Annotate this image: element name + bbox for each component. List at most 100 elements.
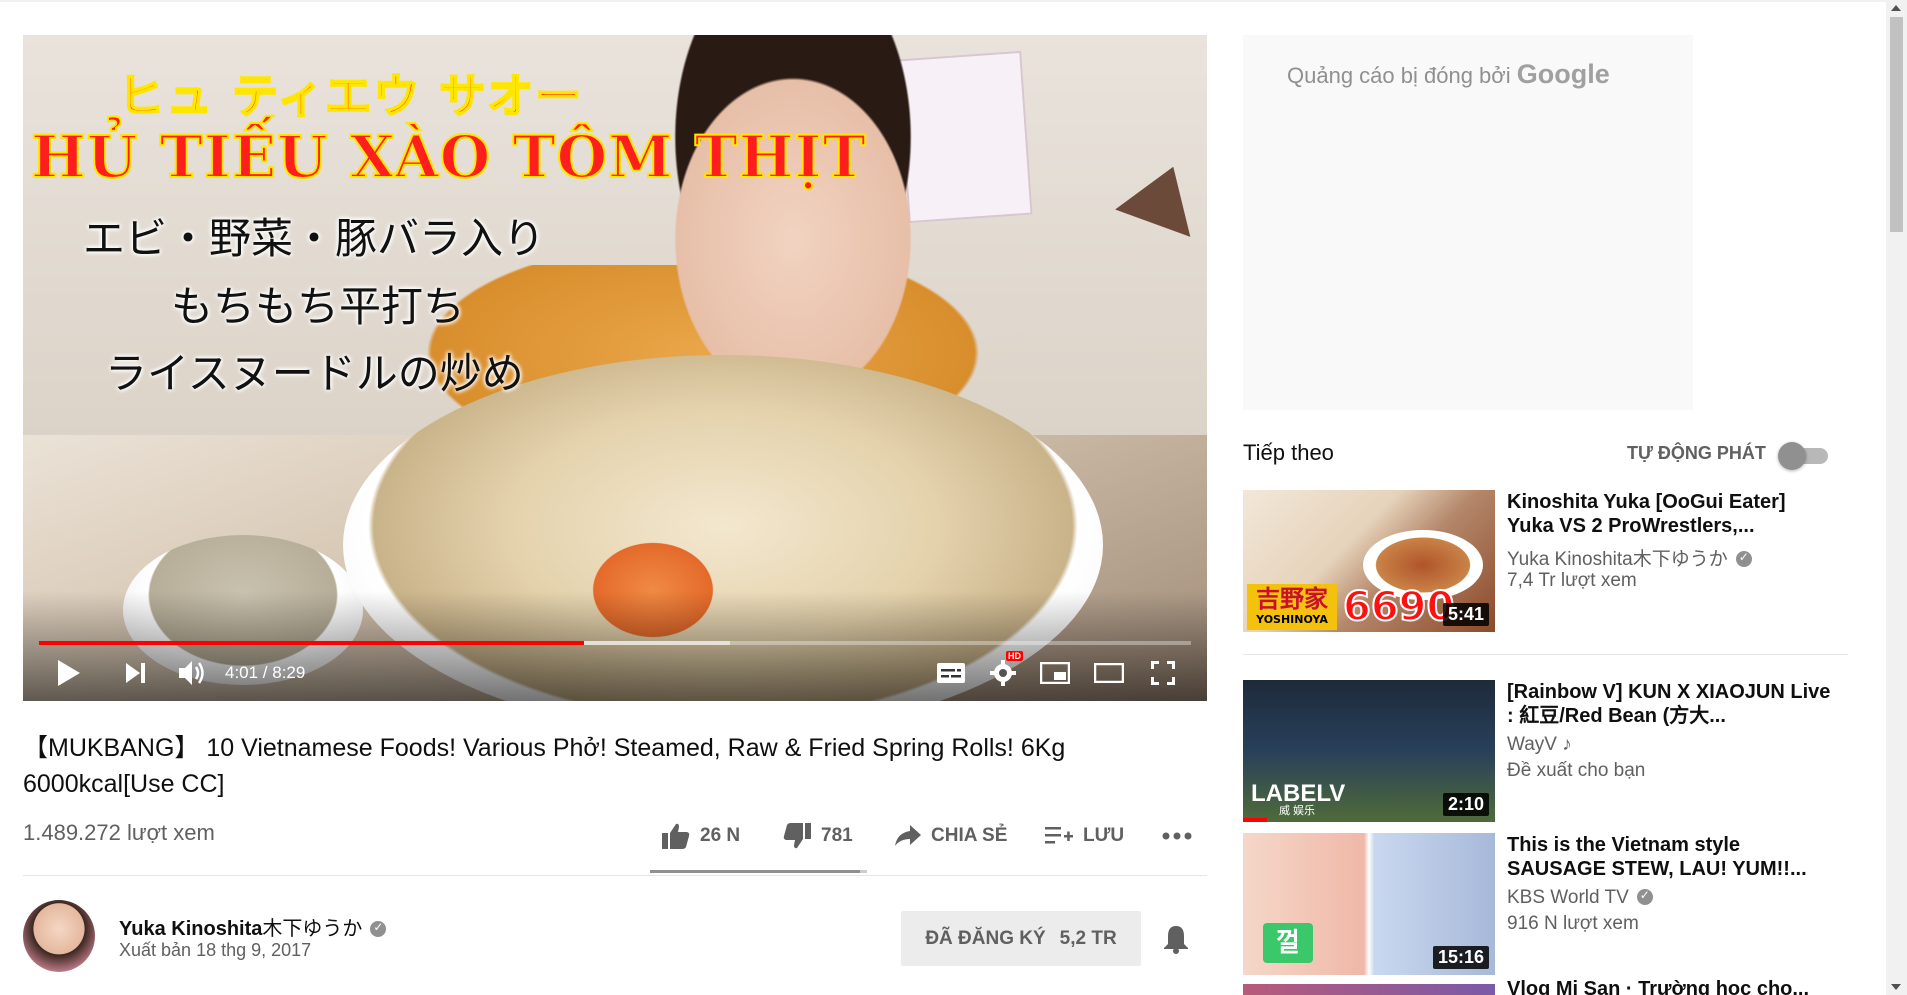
dislike-button[interactable]: 781	[783, 818, 853, 854]
recommended-video[interactable]: LABELV 威 娱乐 2:10 [Rainbow V] KUN X XIAOJ…	[1243, 680, 1848, 822]
overlay-caption-line: エビ・野菜・豚バラ入り	[83, 214, 546, 263]
notification-bell-button[interactable]	[1163, 924, 1193, 954]
recommended-thumbnail[interactable]: LABELV 威 娱乐 2:10	[1243, 680, 1495, 822]
ad-closed-text: Quảng cáo bị đóng bởi Google	[1287, 59, 1610, 90]
scroll-up-arrow-icon[interactable]	[1891, 5, 1901, 11]
thumbnail-brand-logo: 吉野家 YOSHINOYA	[1247, 584, 1337, 630]
autoplay-toggle[interactable]	[1778, 442, 1832, 470]
share-arrow-icon	[895, 825, 921, 846]
recommended-thumbnail[interactable]	[1243, 984, 1495, 995]
page-scrollbar[interactable]	[1886, 0, 1907, 995]
autoplay-label: TỰ ĐỘNG PHÁT	[1627, 443, 1766, 463]
fullscreen-icon	[1151, 661, 1175, 685]
overlay-caption-line: ライスヌードルの炒め	[105, 349, 524, 398]
recommended-meta: 916 N lượt xem	[1507, 913, 1639, 934]
channel-avatar[interactable]	[23, 900, 95, 972]
fullscreen-button[interactable]	[1143, 655, 1183, 691]
recommended-title[interactable]: [Rainbow V] KUN X XIAOJUN Live : 紅豆/Red …	[1507, 680, 1837, 728]
more-actions-button[interactable]	[1162, 818, 1202, 854]
view-count: 1.489.272 lượt xem	[23, 820, 215, 845]
verified-badge-icon	[1636, 888, 1653, 905]
google-logo: Google	[1516, 59, 1610, 89]
thumbs-down-icon	[783, 823, 811, 849]
recommended-channel: WayV ♪	[1507, 734, 1572, 755]
sentiment-bar	[650, 870, 867, 873]
subscribed-button[interactable]: ĐÃ ĐĂNG KÝ 5,2 TR	[901, 911, 1141, 966]
volume-button[interactable]	[173, 655, 213, 691]
channel-name: Yuka Kinoshita	[119, 918, 263, 940]
settings-button[interactable]: HD	[983, 651, 1023, 691]
video-player[interactable]: ヒュ ティエウ サオー HỦ TIẾU XÀO TÔM THỊT エビ・野菜・豚…	[23, 35, 1207, 701]
thumbnail-label-sub: 威 娱乐	[1279, 805, 1316, 817]
autoplay-toggle-knob	[1778, 442, 1806, 470]
bell-icon	[1164, 926, 1188, 954]
recommended-video[interactable]: 껄 15:16 This is the Vietnam style SAUSAG…	[1243, 833, 1848, 975]
video-duration: 5:41	[1442, 603, 1489, 626]
channel-name-jp: 木下ゆうか	[262, 918, 363, 940]
playlist-add-icon	[1045, 827, 1073, 844]
top-divider	[0, 0, 1886, 2]
verified-badge-icon	[370, 920, 387, 937]
publish-date: Xuất bản 18 thg 9, 2017	[119, 940, 312, 960]
play-button[interactable]	[51, 655, 87, 691]
recommended-video[interactable]: 吉野家 YOSHINOYA 6690 5:41 Kinoshita Yuka [O…	[1243, 490, 1848, 632]
like-button[interactable]: 26 N	[662, 818, 740, 854]
overlay-caption-line: もちもち平打ち	[171, 282, 466, 331]
watched-progress	[1243, 818, 1267, 822]
thumbs-up-icon	[662, 823, 690, 849]
save-label: LƯU	[1083, 825, 1125, 846]
thumbnail-caption: 껄	[1263, 923, 1313, 963]
channel-name-link[interactable]: Yuka Kinoshita木下ゆうか	[119, 912, 387, 941]
video-duration: 2:10	[1442, 793, 1489, 816]
youtube-watch-page: ヒュ ティエウ サオー HỦ TIẾU XÀO TÔM THỊT エビ・野菜・豚…	[0, 0, 1907, 995]
subtitles-icon	[937, 663, 965, 683]
thumbnail-big-number: 6690	[1342, 583, 1455, 631]
volume-icon	[179, 661, 204, 685]
next-button[interactable]	[121, 655, 151, 691]
ad-closed-label: Quảng cáo bị đóng bởi	[1287, 63, 1511, 88]
share-button[interactable]: CHIA SẺ	[895, 818, 1007, 854]
progress-bar[interactable]	[39, 641, 1191, 645]
overlay-title-japanese: ヒュ ティエウ サオー	[117, 68, 584, 124]
recommended-thumbnail[interactable]: 껄 15:16	[1243, 833, 1495, 975]
subscribe-label: ĐÃ ĐĂNG KÝ	[925, 927, 1046, 949]
recommendation-divider	[1243, 654, 1848, 655]
video-duration: 15:16	[1432, 946, 1489, 969]
recommended-title[interactable]: Vlog Mi San · Trường học cho...	[1507, 978, 1809, 995]
next-icon	[126, 663, 145, 683]
more-horizontal-icon	[1162, 832, 1192, 840]
theater-mode-icon	[1094, 663, 1124, 683]
miniplayer-button[interactable]	[1035, 655, 1075, 691]
recommended-title[interactable]: Kinoshita Yuka [OoGui Eater] Yuka VS 2 P…	[1507, 490, 1837, 538]
overlay-title-vietnamese: HỦ TIẾU XÀO TÔM THỊT	[30, 122, 867, 192]
recommended-meta: Đề xuất cho bạn	[1507, 760, 1646, 781]
play-icon	[58, 660, 80, 686]
subscriber-count: 5,2 TR	[1059, 927, 1117, 949]
subtitles-button[interactable]	[931, 655, 971, 691]
video-frame-face	[643, 35, 943, 375]
share-label: CHIA SẺ	[931, 825, 1008, 846]
recommended-meta: 7,4 Tr lượt xem	[1507, 570, 1637, 591]
dislike-count: 781	[821, 825, 853, 846]
hd-badge: HD	[1006, 651, 1023, 661]
recommended-channel: KBS World TV	[1507, 887, 1653, 909]
time-display: 4:01 / 8:29	[225, 663, 306, 682]
video-title: 【MUKBANG】 10 Vietnamese Foods! Various P…	[23, 734, 1066, 798]
music-note-icon: ♪	[1562, 734, 1572, 755]
recommended-title[interactable]: This is the Vietnam style SAUSAGE STEW, …	[1507, 833, 1837, 881]
recommended-channel: Yuka Kinoshita木下ゆうか	[1507, 544, 1752, 571]
progress-played	[39, 641, 584, 645]
save-to-playlist-button[interactable]: LƯU	[1045, 818, 1124, 854]
sentiment-like-portion	[650, 870, 861, 873]
settings-gear-icon	[990, 660, 1016, 686]
recommended-thumbnail[interactable]: 吉野家 YOSHINOYA 6690 5:41	[1243, 490, 1495, 632]
ad-closed-panel: Quảng cáo bị đóng bởi Google	[1243, 35, 1693, 410]
like-count: 26 N	[700, 825, 741, 846]
up-next-heading: Tiếp theo	[1243, 440, 1334, 465]
theater-mode-button[interactable]	[1089, 655, 1129, 691]
info-divider	[23, 875, 1207, 876]
scrollbar-thumb[interactable]	[1890, 17, 1903, 232]
scroll-down-arrow-icon[interactable]	[1891, 984, 1901, 990]
miniplayer-icon	[1040, 662, 1070, 684]
recommended-video-partial[interactable]: Vlog Mi San · Trường học cho...	[1243, 978, 1848, 995]
